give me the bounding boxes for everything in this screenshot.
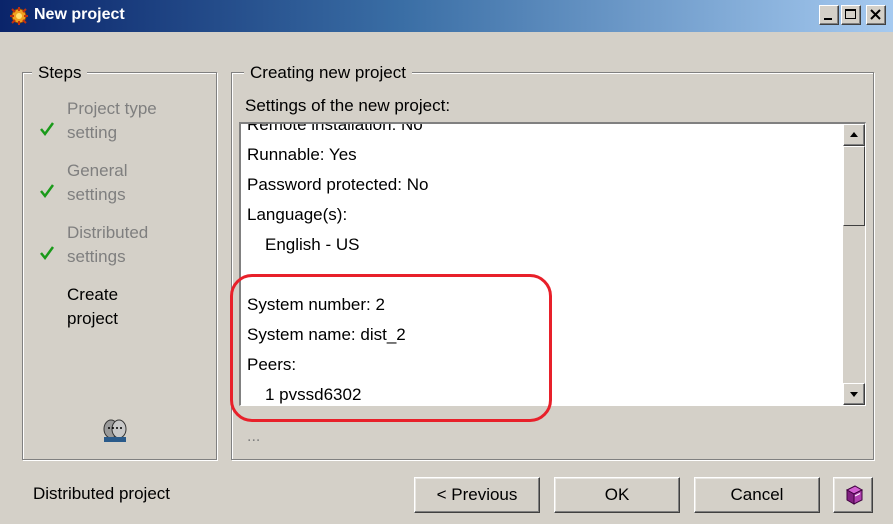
list-item: Language(s): xyxy=(247,205,348,224)
list-item: Peers: xyxy=(247,355,297,374)
minimize-button[interactable] xyxy=(819,5,839,25)
list-item: System name: dist_2 xyxy=(247,325,406,344)
step-label: Distributed settings xyxy=(67,223,149,266)
checkmark-icon xyxy=(40,184,55,199)
list-item: 1 pvssd6302 xyxy=(265,385,362,404)
list-item: Remote installation: No xyxy=(247,122,423,134)
help-button[interactable] xyxy=(833,477,873,513)
scroll-down-button[interactable] xyxy=(843,383,865,405)
gear-app-icon xyxy=(10,7,28,25)
steps-group: Project type setting General settings Dist… xyxy=(22,72,217,460)
step-label: Project type setting xyxy=(67,99,157,142)
title-bar[interactable]: New project xyxy=(0,0,893,32)
list-item: English - US xyxy=(265,235,360,254)
settings-listbox[interactable]: Remote installation: No Runnable: Yes Pa… xyxy=(239,122,866,406)
checkmark-icon xyxy=(40,246,55,261)
previous-button[interactable]: < Previous xyxy=(414,477,540,513)
arrow-up-icon xyxy=(850,132,858,137)
scroll-track[interactable] xyxy=(843,226,865,384)
steps-legend: Steps xyxy=(32,63,88,83)
creating-project-legend: Creating new project xyxy=(244,63,412,83)
list-item xyxy=(241,260,837,290)
vertical-scrollbar[interactable] xyxy=(843,124,865,405)
step-label: General settings xyxy=(67,161,128,204)
project-type-label: Distributed project xyxy=(33,484,171,503)
more-ellipsis: ... xyxy=(247,428,261,445)
step-label-current: Create project xyxy=(67,285,119,328)
window-title: New project xyxy=(34,6,125,23)
settings-list: Remote installation: No Runnable: Yes Pa… xyxy=(241,122,837,405)
maximize-button[interactable] xyxy=(841,5,861,25)
list-item: Password protected: No xyxy=(247,175,429,194)
cancel-button[interactable]: Cancel xyxy=(694,477,820,513)
ok-button[interactable]: OK xyxy=(554,477,680,513)
close-button[interactable] xyxy=(866,5,886,25)
checkmark-icon xyxy=(40,122,55,137)
minimize-icon xyxy=(824,18,832,20)
close-icon xyxy=(870,9,881,20)
people-icon xyxy=(103,419,127,442)
settings-label: Settings of the new project: xyxy=(245,96,451,115)
help-book-icon xyxy=(845,485,864,505)
maximize-icon xyxy=(845,9,856,19)
list-item: System number: 2 xyxy=(247,295,385,314)
arrow-down-icon xyxy=(850,392,858,397)
list-item: Runnable: Yes xyxy=(247,145,357,164)
scroll-up-button[interactable] xyxy=(843,124,865,146)
scroll-thumb[interactable] xyxy=(843,146,865,226)
